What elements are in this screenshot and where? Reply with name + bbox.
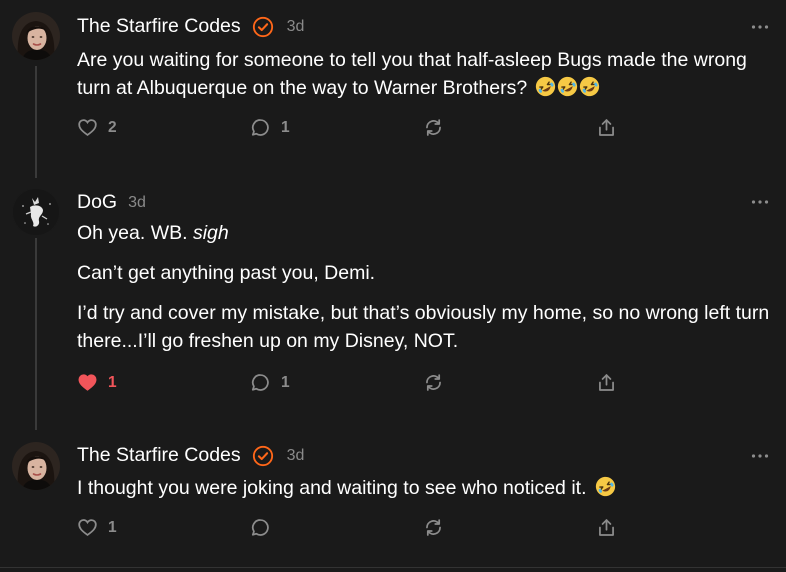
comment-body: I’d try and cover my mistake, but that’s… xyxy=(77,299,777,355)
restack-button[interactable] xyxy=(423,372,444,393)
author-name[interactable]: The Starfire Codes xyxy=(77,15,241,38)
heart-icon xyxy=(77,117,98,138)
comment-text: Oh yea. WB. xyxy=(77,222,193,244)
action-bar: 1 1 xyxy=(0,372,786,396)
reply-count: 1 xyxy=(281,373,290,391)
comment-body: Are you waiting for someone to tell you … xyxy=(77,46,777,102)
share-button[interactable] xyxy=(596,517,617,538)
like-count: 2 xyxy=(108,118,117,136)
rofl-emoji-icon xyxy=(595,476,616,497)
verified-badge-icon xyxy=(252,445,274,467)
rofl-emoji-icon xyxy=(557,76,578,97)
share-icon xyxy=(596,372,617,393)
comment-text: I’d try and cover my mistake, but that’s… xyxy=(77,302,770,352)
comment-header: DoG 3d xyxy=(77,191,146,214)
restack-button[interactable] xyxy=(423,517,444,538)
like-button[interactable]: 2 xyxy=(77,117,117,138)
comment-icon xyxy=(250,117,271,138)
rofl-emoji-icon xyxy=(579,76,600,97)
comment-body: Can’t get anything past you, Demi. xyxy=(77,259,777,287)
action-bar: 2 1 xyxy=(0,117,786,141)
restack-icon xyxy=(423,117,444,138)
emoji-group xyxy=(535,76,601,97)
timestamp[interactable]: 3d xyxy=(128,194,146,212)
author-name[interactable]: The Starfire Codes xyxy=(77,444,241,467)
share-button[interactable] xyxy=(596,372,617,393)
divider xyxy=(0,567,786,568)
like-count: 1 xyxy=(108,518,117,536)
share-icon xyxy=(596,117,617,138)
reply-button[interactable]: 1 xyxy=(250,372,290,393)
like-button[interactable]: 1 xyxy=(77,372,117,393)
reply-button[interactable] xyxy=(250,517,271,538)
timestamp[interactable]: 3d xyxy=(287,447,305,465)
avatar[interactable] xyxy=(12,12,60,60)
comment-text: I thought you were joking and waiting to… xyxy=(77,477,587,499)
comment-header: The Starfire Codes 3d xyxy=(77,444,304,467)
verified-badge-icon xyxy=(252,16,274,38)
comment-header: The Starfire Codes 3d xyxy=(77,15,304,38)
comment-body: Oh yea. WB. sigh xyxy=(77,219,777,247)
like-count: 1 xyxy=(108,373,117,391)
restack-icon xyxy=(423,517,444,538)
avatar[interactable] xyxy=(12,442,60,490)
share-icon xyxy=(596,517,617,538)
avatar[interactable] xyxy=(12,188,60,236)
emoji-group xyxy=(595,476,617,497)
comment-icon xyxy=(250,517,271,538)
restack-icon xyxy=(423,372,444,393)
thread-line xyxy=(35,238,37,430)
share-button[interactable] xyxy=(596,117,617,138)
more-options-icon[interactable] xyxy=(751,199,769,205)
restack-button[interactable] xyxy=(423,117,444,138)
comment-text: Are you waiting for someone to tell you … xyxy=(77,49,747,99)
reply-button[interactable]: 1 xyxy=(250,117,290,138)
heart-filled-icon xyxy=(77,372,98,393)
like-button[interactable]: 1 xyxy=(77,517,117,538)
heart-icon xyxy=(77,517,98,538)
comment-emphasis: sigh xyxy=(192,222,229,244)
comment-icon xyxy=(250,372,271,393)
more-options-icon[interactable] xyxy=(751,24,769,30)
comment-text: Can’t get anything past you, Demi. xyxy=(77,262,376,284)
action-bar: 1 xyxy=(0,517,786,541)
more-options-icon[interactable] xyxy=(751,453,769,459)
reply-count: 1 xyxy=(281,118,290,136)
comment-body: I thought you were joking and waiting to… xyxy=(77,474,777,502)
author-name[interactable]: DoG xyxy=(77,191,117,214)
timestamp[interactable]: 3d xyxy=(287,18,305,36)
rofl-emoji-icon xyxy=(535,76,556,97)
